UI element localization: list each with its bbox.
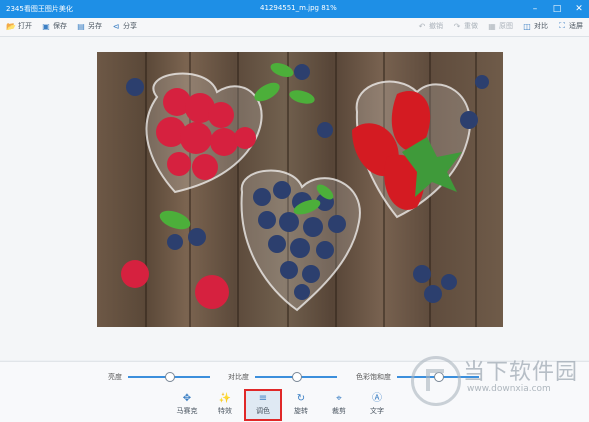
compare-label: 对比 [534,22,548,30]
share-label: 分享 [123,22,137,30]
fit-screen-button[interactable]: ⛶ 适屏 [557,21,583,31]
mosaic-icon: ✥ [182,393,192,404]
open-label: 打开 [18,22,32,30]
contrast-knob[interactable] [292,372,302,382]
window-controls: – □ ✕ [529,3,585,15]
effects-wand-icon: ✨ [218,393,232,404]
watermark-logo-icon [411,356,461,406]
original-image-icon: ▦ [488,21,496,31]
compare-button[interactable]: ◫ 对比 [522,21,548,31]
effects-label: 特效 [218,407,232,415]
maximize-icon[interactable]: □ [551,3,563,15]
adjust-tool-button[interactable]: ≡ 调色 [244,389,282,421]
rotate-label: 旋转 [294,407,308,415]
undo-button[interactable]: ↶ 撤销 [417,21,443,31]
contrast-track[interactable] [255,372,337,382]
app-title: 2345看图王图片美化 [6,5,73,13]
close-icon[interactable]: ✕ [573,3,585,15]
redo-icon: ↷ [453,21,461,31]
compare-icon: ◫ [523,21,531,31]
save-as-icon: ▤ [77,21,85,31]
fit-screen-icon: ⛶ [559,21,565,30]
redo-label: 重做 [464,22,478,30]
save-label: 保存 [53,22,67,30]
original-label: 原图 [499,22,513,30]
rotate-tool-button[interactable]: ↻ 旋转 [284,391,318,419]
photo [97,52,503,327]
watermark-url: www.downxia.com [467,384,551,394]
contrast-label: 对比度 [228,373,249,381]
save-icon: ▣ [42,21,50,31]
share-button[interactable]: ⊲ 分享 [111,21,137,31]
undo-icon: ↶ [418,21,426,31]
mosaic-tool-button[interactable]: ✥ 马赛克 [170,391,204,419]
effects-tool-button[interactable]: ✨ 特效 [208,391,242,419]
brightness-label: 亮度 [108,373,122,381]
file-title: 41294551_m.jpg 81% [260,4,337,12]
save-as-button[interactable]: ▤ 另存 [76,21,102,31]
save-button[interactable]: ▣ 保存 [41,21,67,31]
crop-tool-button[interactable]: ⌖ 裁剪 [322,391,356,419]
brightness-slider[interactable]: 亮度 [108,372,210,382]
rotate-icon: ↻ [296,393,306,404]
original-button[interactable]: ▦ 原图 [487,21,513,31]
watermark: 当下软件园 www.downxia.com [411,352,581,414]
redo-button[interactable]: ↷ 重做 [452,21,478,31]
crop-icon: ⌖ [336,393,342,404]
share-icon: ⊲ [112,21,120,31]
fit-screen-label: 适屏 [569,22,583,30]
brightness-knob[interactable] [165,372,175,382]
watermark-text: 当下软件园 [463,360,579,385]
save-as-label: 另存 [88,22,102,30]
minimize-icon[interactable]: – [529,3,541,15]
crop-label: 裁剪 [332,407,346,415]
brightness-track[interactable] [128,372,210,382]
adjust-label: 调色 [256,407,270,415]
contrast-slider[interactable]: 对比度 [228,372,337,382]
folder-open-icon: 📂 [6,21,16,31]
top-toolbar: 📂 打开 ▣ 保存 ▤ 另存 ⊲ 分享 ↶ 撤销 ↷ 重做 ▦ 原图 ◫ 对比 ⛶ 适屏 [0,18,589,37]
title-bar: 2345看图王图片美化 41294551_m.jpg 81% – □ ✕ [0,0,589,18]
mosaic-label: 马赛克 [176,407,198,415]
adjust-sliders-icon: ≡ [258,393,268,404]
text-label: 文字 [370,407,384,415]
open-button[interactable]: 📂 打开 [6,21,32,31]
text-icon: Ⓐ [372,393,382,404]
text-tool-button[interactable]: Ⓐ 文字 [360,391,394,419]
fruit-illustration [121,63,489,312]
undo-label: 撤销 [429,22,443,30]
saturation-label: 色彩饱和度 [356,373,391,381]
